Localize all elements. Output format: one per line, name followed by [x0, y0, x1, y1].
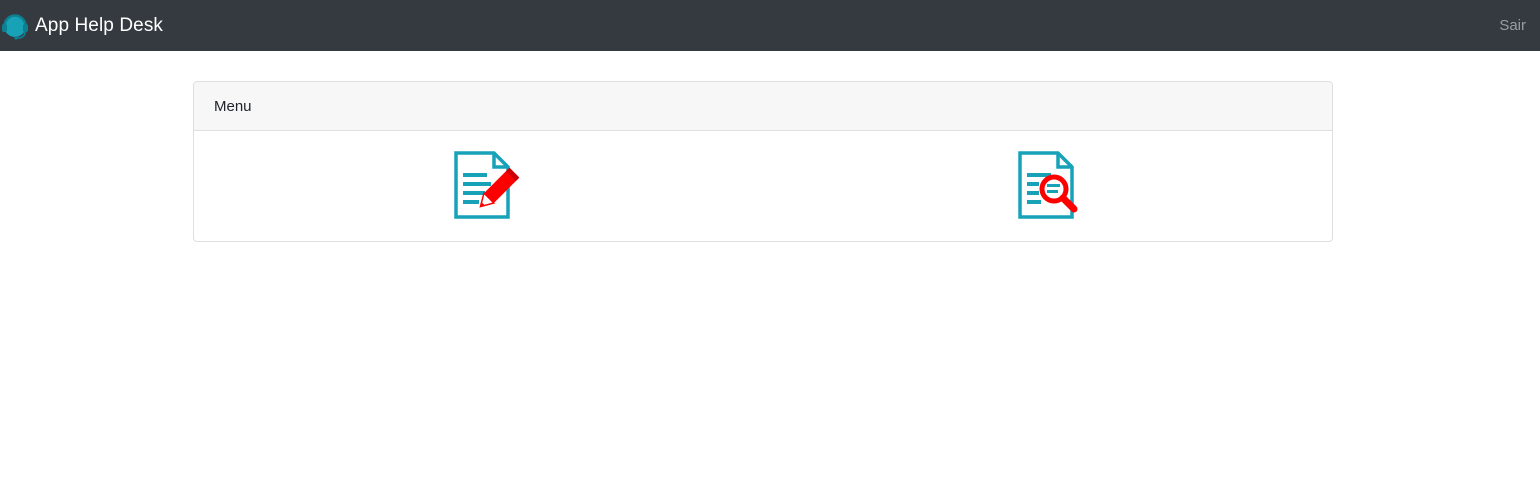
open-ticket-link[interactable]: [452, 151, 522, 221]
document-search-icon: [1016, 151, 1086, 221]
document-edit-icon: [452, 151, 522, 221]
menu-title: Menu: [214, 97, 252, 115]
menu-card-header: Menu: [194, 82, 1332, 131]
logout-link[interactable]: Sair: [1499, 17, 1526, 34]
query-ticket-link[interactable]: [1016, 151, 1086, 221]
brand-link[interactable]: App Help Desk: [0, 0, 163, 51]
brand-title: App Help Desk: [35, 14, 164, 36]
menu-card-body: [194, 131, 1332, 241]
headset-icon: [0, 11, 30, 41]
menu-card: Menu: [193, 81, 1333, 242]
top-navbar: App Help Desk Sair: [0, 0, 1540, 51]
